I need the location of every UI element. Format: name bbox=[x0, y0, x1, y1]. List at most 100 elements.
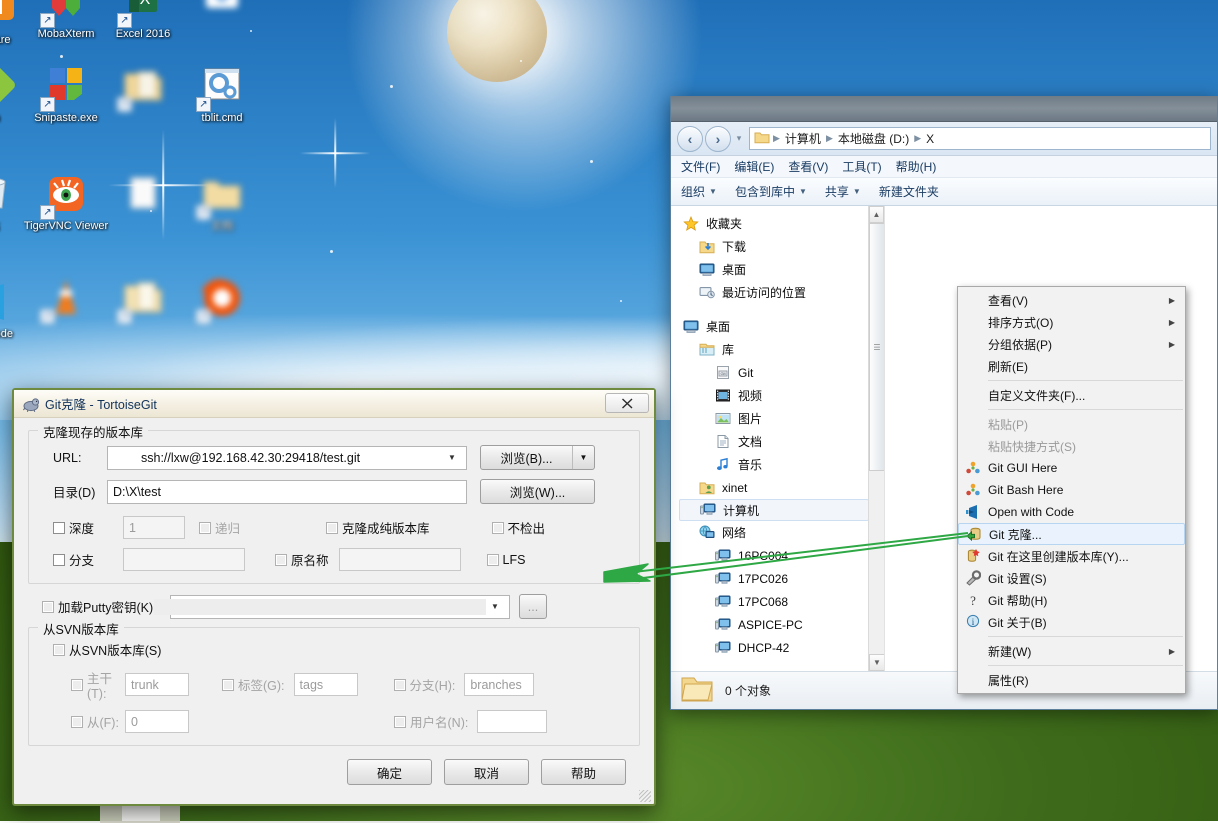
tree-item-aspice-pc[interactable]: ASPICE-PC bbox=[679, 613, 869, 636]
forward-arrow-icon[interactable]: › bbox=[705, 125, 731, 152]
tree-item-[interactable]: 桌面 bbox=[679, 315, 869, 338]
depth-input[interactable]: 1 bbox=[123, 516, 185, 539]
tree-item-git[interactable]: Git Git bbox=[679, 361, 869, 384]
recursive-checkbox[interactable]: 递归 bbox=[199, 518, 240, 537]
svn-branch-checkbox[interactable]: 分支(H): bbox=[393, 675, 455, 694]
svn-branch-input[interactable]: branches bbox=[464, 673, 535, 696]
no-checkout-checkbox[interactable]: 不检出 bbox=[491, 518, 545, 537]
dialog-titlebar[interactable]: Git克隆 - TortoiseGit bbox=[14, 390, 654, 418]
desktop-icon-blur-folder-2[interactable]: ↗ 文档 bbox=[178, 170, 266, 233]
svn-username-checkbox[interactable]: 用户名(N): bbox=[394, 712, 468, 731]
breadcrumb-item-x[interactable]: X bbox=[924, 131, 936, 147]
menu-item-p[interactable]: 分组依据(P) ▶ bbox=[958, 333, 1185, 355]
menu-item-git-gui-here[interactable]: Git GUI Here bbox=[958, 457, 1185, 479]
svn-tags-input[interactable]: tags bbox=[293, 673, 358, 696]
svn-enable-checkbox[interactable]: 从SVN版本库(S) bbox=[39, 640, 161, 659]
url-input[interactable]: ssh://lxw@192.168.42.30:29418/test.git ▼ bbox=[107, 445, 467, 470]
menu-help[interactable]: 帮助(H) bbox=[896, 158, 937, 175]
lfs-checkbox[interactable]: LFS bbox=[486, 553, 525, 567]
desktop-icon-folder-blur-1[interactable]: ↗ bbox=[99, 62, 187, 112]
tree-item-16pc004[interactable]: 16PC004 bbox=[679, 544, 869, 567]
tree-item-[interactable]: 文档 bbox=[679, 430, 869, 453]
chevron-down-icon[interactable]: ▾ bbox=[733, 133, 745, 144]
putty-key-browse-button[interactable]: ... bbox=[519, 594, 547, 619]
desktop-icon-snipaste[interactable]: ↗ Snipaste.exe bbox=[22, 62, 110, 125]
svn-trunk-checkbox[interactable]: 主干(T): bbox=[39, 668, 125, 701]
tree-item-17pc026[interactable]: 17PC026 bbox=[679, 567, 869, 590]
menu-item-git-y[interactable]: Git 在这里创建版本库(Y)... bbox=[958, 545, 1185, 567]
desktop-icon-unknown-top[interactable] bbox=[178, 0, 266, 26]
url-browse-button[interactable]: 浏览(B)... ▼ bbox=[480, 445, 595, 470]
tree-item-[interactable]: 收藏夹 bbox=[679, 212, 869, 235]
menu-tools[interactable]: 工具(T) bbox=[842, 158, 881, 175]
directory-browse-button[interactable]: 浏览(W)... bbox=[480, 479, 595, 504]
svn-from-checkbox[interactable]: 从(F): bbox=[39, 712, 125, 731]
folder-tree[interactable]: 收藏夹 下载 桌面 最近访问的位置 桌面库 Git Git 视频 图片 文档 音乐 xinet 计算机网… bbox=[671, 206, 869, 659]
explorer-toolbar[interactable]: 组织 ▼ 包含到库中 ▼ 共享 ▼ 新建文件夹 bbox=[671, 178, 1217, 206]
toolbar-new-folder[interactable]: 新建文件夹 bbox=[879, 183, 939, 200]
scrollbar-thumb[interactable]: ☰ bbox=[869, 223, 884, 471]
branch-input[interactable] bbox=[123, 548, 245, 571]
cancel-button[interactable]: 取消 bbox=[444, 759, 529, 785]
svn-username-input[interactable] bbox=[477, 710, 548, 733]
menu-item-e[interactable]: 刷新(E) bbox=[958, 355, 1185, 377]
menu-item-r[interactable]: 属性(R) bbox=[958, 669, 1185, 691]
menu-edit[interactable]: 编辑(E) bbox=[734, 158, 774, 175]
menu-item-open-with-code[interactable]: Open with Code bbox=[958, 501, 1185, 523]
close-button[interactable] bbox=[605, 393, 649, 413]
tree-item-17pc068[interactable]: 17PC068 bbox=[679, 590, 869, 613]
chevron-down-icon[interactable]: ▼ bbox=[486, 602, 504, 611]
toolbar-share[interactable]: 共享 ▼ bbox=[825, 183, 861, 200]
origin-name-input[interactable] bbox=[338, 548, 461, 571]
directory-input[interactable]: D:\X\test bbox=[107, 479, 467, 504]
menu-item-git[interactable]: Git 克隆... bbox=[958, 523, 1185, 545]
tree-item-[interactable]: 视频 bbox=[679, 384, 869, 407]
tree-item-[interactable]: 库 bbox=[679, 338, 869, 361]
putty-key-checkbox[interactable]: 加载Putty密钥(K) bbox=[28, 597, 170, 616]
tree-item-[interactable]: 最近访问的位置 bbox=[679, 281, 869, 304]
scroll-up-button[interactable]: ▲ bbox=[869, 206, 884, 223]
toolbar-include-in-library[interactable]: 包含到库中 ▼ bbox=[735, 183, 807, 200]
svn-tags-checkbox[interactable]: 标签(G): bbox=[222, 675, 285, 694]
menu-item-git-h[interactable]: ? Git 帮助(H) bbox=[958, 589, 1185, 611]
resize-grip[interactable] bbox=[639, 790, 651, 802]
desktop-icon-vlc[interactable]: ↗ bbox=[22, 274, 110, 324]
scroll-down-button[interactable]: ▼ bbox=[869, 654, 884, 671]
breadcrumb-item-drive[interactable]: 本地磁盘 (D:) bbox=[836, 129, 911, 148]
desktop-icon-folder-blur-3[interactable]: ↗ bbox=[99, 274, 187, 324]
desktop-icon-blur-doc[interactable] bbox=[99, 170, 187, 220]
tree-item-xinet[interactable]: xinet bbox=[679, 476, 869, 499]
explorer-menubar[interactable]: 文件(F) 编辑(E) 查看(V) 工具(T) 帮助(H) bbox=[671, 156, 1217, 178]
branch-checkbox[interactable]: 分支 bbox=[39, 550, 123, 569]
svn-trunk-input[interactable]: trunk bbox=[125, 673, 189, 696]
tree-item-dhcp-42[interactable]: DHCP-42 bbox=[679, 636, 869, 659]
git-clone-dialog[interactable]: Git克隆 - TortoiseGit 克隆现存的版本库 URL: ssh://… bbox=[12, 388, 656, 806]
desktop-icon-excel2016[interactable]: X ↗ Excel 2016 bbox=[99, 0, 187, 41]
desktop-icon-firefox-blur[interactable]: ↗ bbox=[178, 274, 266, 324]
menu-item-w[interactable]: 新建(W) ▶ bbox=[958, 640, 1185, 662]
nav-pane-scrollbar[interactable]: ▲ ☰ ▼ bbox=[868, 206, 884, 671]
bare-clone-checkbox[interactable]: 克隆成纯版本库 bbox=[326, 518, 430, 537]
tree-item-[interactable]: 下载 bbox=[679, 235, 869, 258]
tree-item-[interactable]: 音乐 bbox=[679, 453, 869, 476]
origin-name-checkbox[interactable]: 原名称 bbox=[275, 550, 329, 569]
desktop-icon-mobaxterm[interactable]: ↗ MobaXterm bbox=[22, 0, 110, 41]
menu-item-o[interactable]: 排序方式(O) ▶ bbox=[958, 311, 1185, 333]
back-arrow-icon[interactable]: ‹ bbox=[677, 125, 703, 152]
tree-item-[interactable]: 图片 bbox=[679, 407, 869, 430]
menu-file[interactable]: 文件(F) bbox=[681, 158, 720, 175]
folder-context-menu[interactable]: 查看(V) ▶ 排序方式(O) ▶ 分组依据(P) ▶ 刷新(E) 自定义文件夹(F)... 粘… bbox=[957, 286, 1186, 694]
depth-checkbox[interactable]: 深度 bbox=[39, 518, 123, 537]
breadcrumb-item-computer[interactable]: 计算机 bbox=[783, 129, 823, 148]
menu-item-git-bash-here[interactable]: Git Bash Here bbox=[958, 479, 1185, 501]
navigation-pane[interactable]: 收藏夹 下载 桌面 最近访问的位置 桌面库 Git Git 视频 图片 文档 音乐 xinet 计算机网… bbox=[671, 206, 885, 671]
menu-item-v[interactable]: 查看(V) ▶ bbox=[958, 289, 1185, 311]
tree-item-[interactable]: 网络 bbox=[679, 521, 869, 544]
svn-from-input[interactable]: 0 bbox=[125, 710, 189, 733]
chevron-down-icon[interactable]: ▼ bbox=[443, 453, 461, 462]
explorer-titlebar[interactable] bbox=[671, 96, 1217, 122]
desktop-icon-tigervnc[interactable]: ↗ TigerVNC Viewer bbox=[22, 170, 110, 233]
toolbar-organize[interactable]: 组织 ▼ bbox=[681, 183, 717, 200]
ok-button[interactable]: 确定 bbox=[347, 759, 432, 785]
help-button[interactable]: 帮助 bbox=[541, 759, 626, 785]
